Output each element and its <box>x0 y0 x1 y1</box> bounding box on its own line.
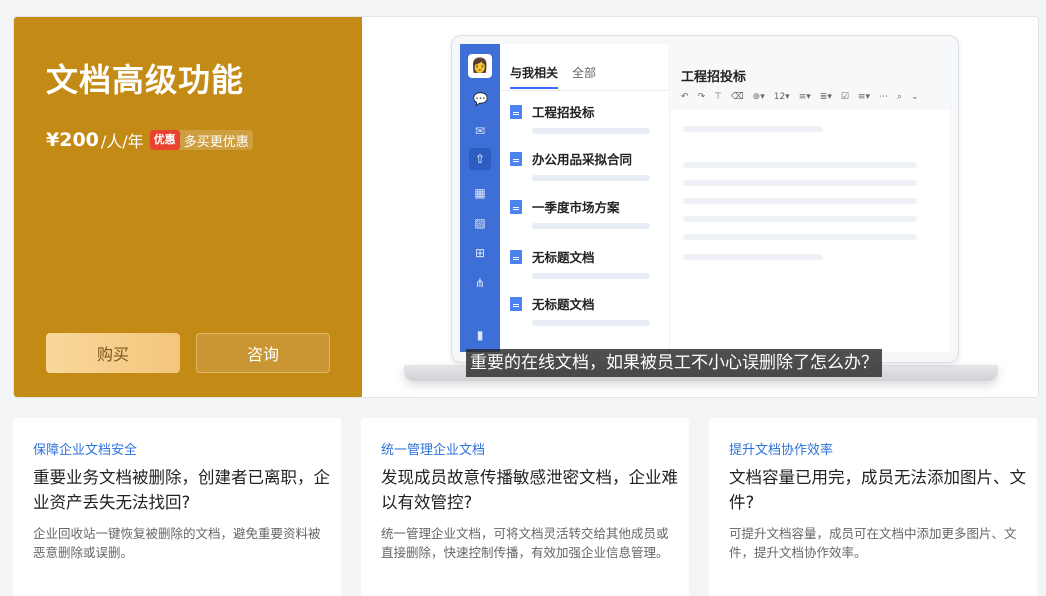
card-desc: 统一管理企业文档，可将文档灵活转交给其他成员或直接删除，快速控制传播，有效加强企… <box>381 526 669 560</box>
buy-button[interactable]: 购买 <box>46 333 180 373</box>
card-label: 提升文档协作效率 <box>729 443 834 458</box>
hero-pricing-panel: 文档高级功能 ¥200 /人/年 优惠 多买更优惠 购买 咨询 <box>14 17 362 397</box>
tab-related: 与我相关 <box>510 64 559 89</box>
doc-name: 无标题文档 <box>532 297 595 312</box>
doc-name: 办公用品采拟合同 <box>532 152 633 167</box>
placeholder-bar <box>532 320 650 326</box>
list-item: 无标题文档 <box>510 294 660 326</box>
doc-upload-icon: ⇧ <box>469 148 491 170</box>
format-paint-icon: ⊤ <box>714 92 722 102</box>
chevron-down-icon: ⌄ <box>911 92 919 102</box>
app-screen: 👩 💬 ✉ ⇧ ▦ ▨ ⊞ ⋔ ▮ 与我相关 全部 工程招投标 办公用品采拟合同… <box>460 44 950 352</box>
org-chart-icon: ⋔ <box>474 276 486 290</box>
placeholder-bar <box>683 180 917 186</box>
avatar: 👩 <box>468 54 492 78</box>
apps-icon: ⊞ <box>474 246 486 260</box>
promo-badge: 优惠 多买更优惠 <box>149 130 253 150</box>
align-icon: ≡▾ <box>857 92 870 102</box>
hero-title: 文档高级功能 <box>46 61 245 99</box>
doc-name: 一季度市场方案 <box>532 200 620 215</box>
list-item: 工程招投标 <box>510 102 660 134</box>
doc-icon <box>510 151 522 166</box>
card-title: 文档容量已用完，成员无法添加图片、文件? <box>729 468 1026 512</box>
doc-icon <box>510 199 522 214</box>
style-select-icon: ⊛▾ <box>752 92 765 102</box>
feature-card-management: 统一管理企业文档 发现成员故意传播敏感泄密文档，企业难以有效管控? 统一管理企业… <box>361 418 689 596</box>
font-size-select: 12▾ <box>773 92 790 102</box>
placeholder-bar <box>683 254 823 260</box>
list-item: 无标题文档 <box>510 247 660 279</box>
editor-toolbar: ↶ ↷ ⊤ ⌫ ⊛▾ 12▾ ≡▾ ≣▾ ☑ ≡▾ ⋯ ⌕ ⌄ <box>681 92 919 102</box>
redo-icon: ↷ <box>697 92 706 102</box>
more-icon: ⋯ <box>878 92 888 102</box>
feature-card-efficiency: 提升文档协作效率 文档容量已用完，成员无法添加图片、文件? 可提升文档容量，成员… <box>709 418 1037 596</box>
placeholder-bar <box>532 128 650 134</box>
hero-banner: 文档高级功能 ¥200 /人/年 优惠 多买更优惠 购买 咨询 👩 💬 ✉ ⇧ … <box>13 16 1039 398</box>
card-label: 统一管理企业文档 <box>381 443 486 458</box>
placeholder-bar <box>683 234 917 240</box>
price-unit: /人/年 <box>100 132 144 151</box>
card-desc: 企业回收站一键恢复被删除的文档，避免重要资料被恶意删除或误删。 <box>33 526 321 560</box>
clear-format-icon: ⌫ <box>730 92 744 102</box>
card-desc: 可提升文档容量，成员可在文档中添加更多图片、文件，提升文档协作效率。 <box>729 526 1017 560</box>
mail-icon: ✉ <box>474 124 486 138</box>
tab-all: 全部 <box>572 66 597 80</box>
placeholder-bar <box>683 126 823 132</box>
list-item: 办公用品采拟合同 <box>510 149 660 181</box>
search-icon: ⌕ <box>896 92 903 102</box>
editor-title: 工程招投标 <box>681 70 747 85</box>
checklist-icon: ☑ <box>840 92 849 102</box>
promo-tag: 优惠 <box>149 130 180 150</box>
card-title: 重要业务文档被删除，创建者已离职，企业资产丢失无法找回? <box>33 468 330 512</box>
placeholder-bar <box>683 198 917 204</box>
placeholder-bar <box>532 175 650 181</box>
editor-page <box>671 110 950 352</box>
document-editor: 工程招投标 ↶ ↷ ⊤ ⌫ ⊛▾ 12▾ ≡▾ ≣▾ ☑ ≡▾ ⋯ ⌕ ⌄ <box>671 44 950 352</box>
laptop-mockup: 👩 💬 ✉ ⇧ ▦ ▨ ⊞ ⋔ ▮ 与我相关 全部 工程招投标 办公用品采拟合同… <box>451 35 959 363</box>
consult-button[interactable]: 咨询 <box>196 333 330 373</box>
numbered-list-icon: ≣▾ <box>819 92 832 102</box>
chat-icon: 💬 <box>473 92 488 106</box>
placeholder-bar <box>683 162 917 168</box>
list-item: 一季度市场方案 <box>510 197 660 229</box>
doc-icon <box>510 296 522 311</box>
doc-name: 无标题文档 <box>532 250 595 265</box>
list-tabs: 与我相关 全部 <box>510 64 596 89</box>
card-title: 发现成员故意传播敏感泄密文档，企业难以有效管控? <box>381 468 678 512</box>
price-row: ¥200 /人/年 优惠 多买更优惠 <box>46 128 253 152</box>
divider <box>500 90 670 91</box>
document-list: 与我相关 全部 工程招投标 办公用品采拟合同 一季度市场方案 无标题文档 无标题… <box>500 44 670 352</box>
undo-icon: ↶ <box>681 92 689 102</box>
promo-text: 多买更优惠 <box>183 134 249 150</box>
app-rail: 👩 💬 ✉ ⇧ ▦ ▨ ⊞ ⋔ ▮ <box>460 44 500 352</box>
calendar-icon: ▦ <box>474 186 486 200</box>
video-caption: 重要的在线文档，如果被员工不小心误删除了怎么办？ <box>466 349 882 377</box>
card-label: 保障企业文档安全 <box>33 443 138 458</box>
placeholder-bar <box>532 223 650 229</box>
doc-name: 工程招投标 <box>532 105 595 120</box>
image-icon: ▨ <box>474 216 486 230</box>
price: ¥200 <box>46 129 99 151</box>
feature-card-security: 保障企业文档安全 重要业务文档被删除，创建者已离职，企业资产丢失无法找回? 企业… <box>13 418 341 596</box>
placeholder-bar <box>532 273 650 279</box>
bullet-list-icon: ≡▾ <box>798 92 811 102</box>
placeholder-bar <box>683 216 917 222</box>
doc-icon <box>510 249 522 264</box>
doc-icon <box>510 104 522 119</box>
chart-icon: ▮ <box>476 328 484 342</box>
